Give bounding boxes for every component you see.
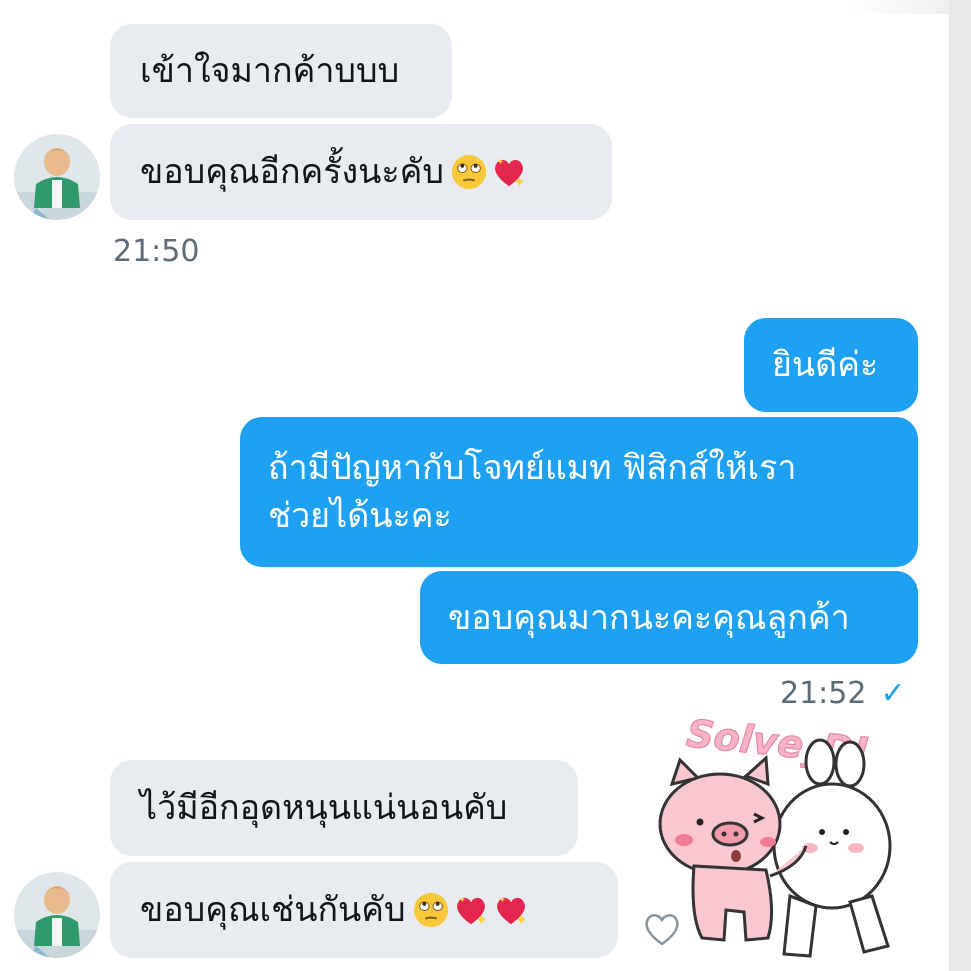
right-edge — [949, 0, 971, 971]
emoji-group-2 — [410, 891, 530, 929]
incoming-message-3[interactable]: ไว้มีอีกอุดหนุนแน่นอนคับ — [110, 760, 578, 856]
outgoing-message-1-text: ยินดีค่ะ — [772, 345, 879, 385]
contact-avatar-2[interactable] — [14, 872, 100, 958]
incoming-message-4-text: ขอบคุณเช่นกันคับ — [140, 890, 406, 930]
outgoing-message-3-text: ขอบคุณมากนะคะคุณลูกค้า — [448, 597, 850, 638]
emoji-group-1 — [448, 153, 528, 191]
rolling-eyes-emoji-icon — [413, 892, 448, 928]
outgoing-message-1[interactable]: ยินดีค่ะ — [744, 318, 918, 412]
top-edge — [0, 0, 971, 22]
sparkling-heart-emoji-icon — [496, 896, 526, 925]
rolling-eyes-emoji-icon — [451, 154, 487, 190]
bunny-character — [772, 738, 892, 958]
outgoing-message-3[interactable]: ขอบคุณมากนะคะคุณลูกค้า — [420, 571, 918, 664]
outgoing-message-2-text: ถ้ามีปัญหากับโจทย์แมท ฟิสิกส์ให้เรา ช่วย… — [268, 448, 797, 536]
contact-avatar-1[interactable] — [14, 134, 100, 220]
outgoing-message-2[interactable]: ถ้ามีปัญหากับโจทย์แมท ฟิสิกส์ให้เรา ช่วย… — [240, 417, 918, 567]
pig-bunny-sticker[interactable]: Solve_DI — [650, 706, 950, 971]
sparkling-heart-emoji-icon — [495, 158, 525, 187]
incoming-message-2-text: ขอบคุณอีกครั้งนะคับ — [140, 152, 444, 192]
timestamp-1: 21:50 — [113, 234, 200, 269]
sparkling-heart-emoji-icon — [456, 896, 486, 925]
incoming-message-3-text: ไว้มีอีกอุดหนุนแน่นอนคับ — [140, 788, 508, 828]
incoming-message-4[interactable]: ขอบคุณเช่นกันคับ — [110, 862, 618, 958]
incoming-message-1-text: เข้าใจมากค้าบบบ — [140, 51, 400, 91]
incoming-message-1[interactable]: เข้าใจมากค้าบบบ — [110, 24, 452, 118]
incoming-message-2[interactable]: ขอบคุณอีกครั้งนะคับ — [110, 124, 612, 220]
